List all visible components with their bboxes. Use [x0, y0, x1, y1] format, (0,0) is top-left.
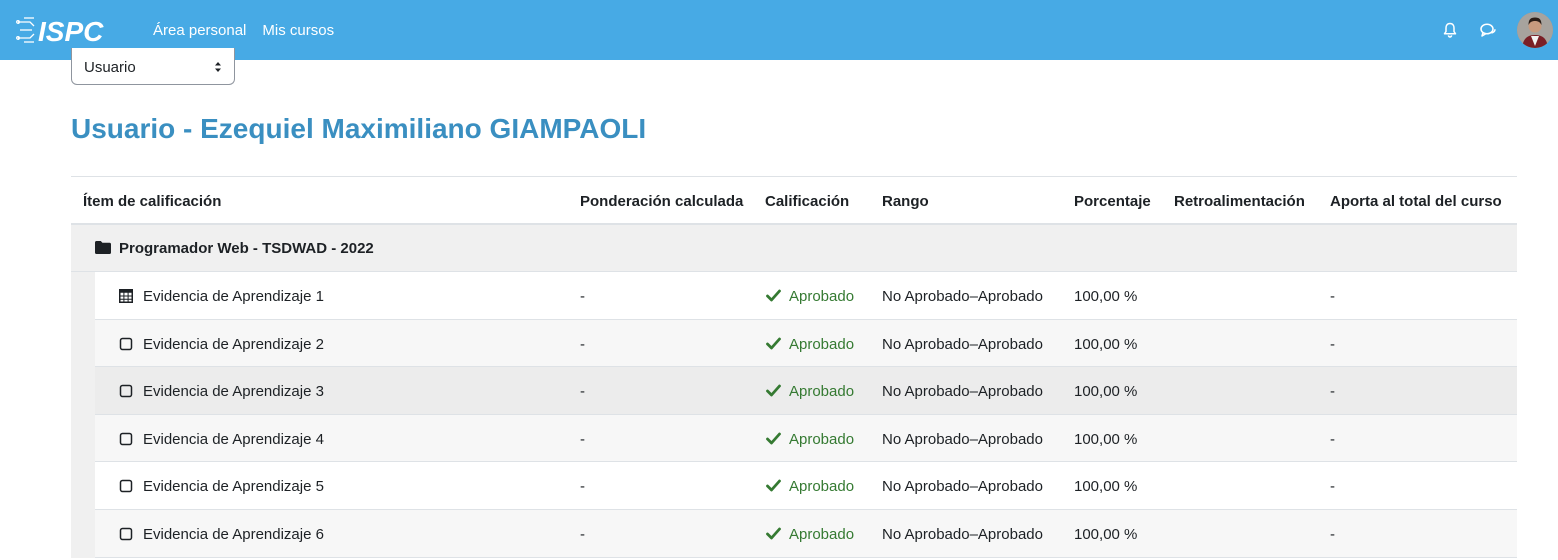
checkbox-icon	[119, 432, 133, 446]
table-row: Evidencia de Aprendizaje 2 - Aprobado No…	[95, 319, 1517, 368]
course-total-contribution: -	[1330, 335, 1335, 353]
course-total-contribution: -	[1330, 383, 1335, 401]
view-selector[interactable]: Usuario	[71, 48, 235, 85]
table-row: Evidencia de Aprendizaje 1 - Aprobado No…	[95, 272, 1517, 320]
user-grade-report-table: Ítem de calificación Ponderación calcula…	[71, 176, 1517, 558]
grade-percentage: 100,00 %	[1074, 525, 1138, 543]
nav-link-mis-cursos[interactable]: Mis cursos	[262, 22, 334, 39]
logo-text: ISPC	[38, 16, 104, 47]
avatar-image	[1517, 12, 1553, 48]
grade-range: No Aprobado–Aprobado	[882, 288, 1043, 305]
check-icon	[766, 337, 781, 349]
table-header: Ítem de calificación Ponderación calcula…	[71, 176, 1517, 225]
user-avatar[interactable]	[1517, 12, 1553, 48]
category-indent-gutter	[71, 272, 95, 558]
calculated-weight: -	[580, 525, 585, 543]
category-name: Programador Web - TSDWAD - 2022	[119, 240, 374, 257]
table-row: Evidencia de Aprendizaje 6 - Aprobado No…	[95, 509, 1517, 558]
bell-icon[interactable]	[1441, 21, 1459, 39]
course-total-contribution: -	[1330, 478, 1335, 496]
grade-items-list: Evidencia de Aprendizaje 1 - Aprobado No…	[71, 272, 1517, 558]
calculated-weight: -	[580, 478, 585, 496]
calculated-weight: -	[580, 288, 585, 305]
grade-value: Aprobado	[789, 335, 855, 353]
grade-range: No Aprobado–Aprobado	[882, 525, 1043, 543]
chat-icon[interactable]	[1479, 21, 1497, 39]
column-header-percentage: Porcentaje	[1074, 193, 1151, 210]
grade-value: Aprobado	[789, 525, 855, 543]
grade-percentage: 100,00 %	[1074, 335, 1138, 353]
grade-item-link[interactable]: Evidencia de Aprendizaje 4	[143, 431, 324, 448]
checkbox-icon	[119, 480, 133, 493]
grade-item-link[interactable]: Evidencia de Aprendizaje 5	[143, 478, 324, 495]
column-header-grade-item: Ítem de calificación	[83, 193, 222, 210]
calculator-icon	[119, 289, 133, 303]
table-row: Evidencia de Aprendizaje 3 - Aprobado No…	[95, 367, 1517, 415]
folder-icon	[95, 241, 111, 254]
check-icon	[766, 527, 781, 540]
calculated-weight: -	[580, 430, 585, 448]
column-header-grade: Calificación	[765, 193, 850, 210]
table-row: Evidencia de Aprendizaje 5 - Aprobado No…	[95, 462, 1517, 510]
calculated-weight: -	[580, 383, 585, 401]
table-row: Evidencia de Aprendizaje 4 - Aprobado No…	[95, 414, 1517, 463]
grade-item-link[interactable]: Evidencia de Aprendizaje 2	[143, 336, 324, 353]
ispc-logo[interactable]: ISPC	[16, 12, 104, 48]
grade-value: Aprobado	[789, 288, 855, 305]
page-title: Usuario - Ezequiel Maximiliano GIAMPAOLI	[71, 113, 647, 144]
grade-percentage: 100,00 %	[1074, 430, 1138, 448]
view-selector-value: Usuario	[84, 59, 136, 76]
category-row: Programador Web - TSDWAD - 2022	[71, 225, 1517, 272]
check-icon	[766, 289, 781, 302]
grade-range: No Aprobado–Aprobado	[882, 478, 1043, 496]
grade-value: Aprobado	[789, 383, 855, 401]
sort-arrows-icon	[215, 62, 221, 72]
course-total-contribution: -	[1330, 430, 1335, 448]
nav-link-area-personal[interactable]: Área personal	[153, 22, 246, 39]
course-total-contribution: -	[1330, 288, 1335, 305]
grade-range: No Aprobado–Aprobado	[882, 430, 1043, 448]
calculated-weight: -	[580, 335, 585, 353]
checkbox-icon	[119, 384, 133, 398]
checkbox-icon	[119, 337, 133, 350]
grade-percentage: 100,00 %	[1074, 383, 1138, 401]
grade-percentage: 100,00 %	[1074, 478, 1138, 496]
grade-item-link[interactable]: Evidencia de Aprendizaje 3	[143, 383, 324, 400]
grade-value: Aprobado	[789, 430, 855, 448]
column-header-calculated-weight: Ponderación calculada	[580, 193, 744, 210]
grade-item-link[interactable]: Evidencia de Aprendizaje 6	[143, 526, 324, 543]
grade-range: No Aprobado–Aprobado	[882, 383, 1043, 401]
grade-range: No Aprobado–Aprobado	[882, 335, 1043, 353]
check-icon	[766, 479, 781, 492]
check-icon	[766, 384, 781, 397]
column-header-feedback: Retroalimentación	[1174, 193, 1305, 210]
course-total-contribution: -	[1330, 525, 1335, 543]
column-header-contribution: Aporta al total del curso	[1330, 193, 1502, 210]
grade-item-link[interactable]: Evidencia de Aprendizaje 1	[143, 288, 324, 305]
grade-percentage: 100,00 %	[1074, 288, 1138, 305]
check-icon	[766, 432, 781, 445]
checkbox-icon	[119, 527, 133, 541]
grade-value: Aprobado	[789, 478, 855, 496]
column-header-range: Rango	[882, 193, 929, 210]
